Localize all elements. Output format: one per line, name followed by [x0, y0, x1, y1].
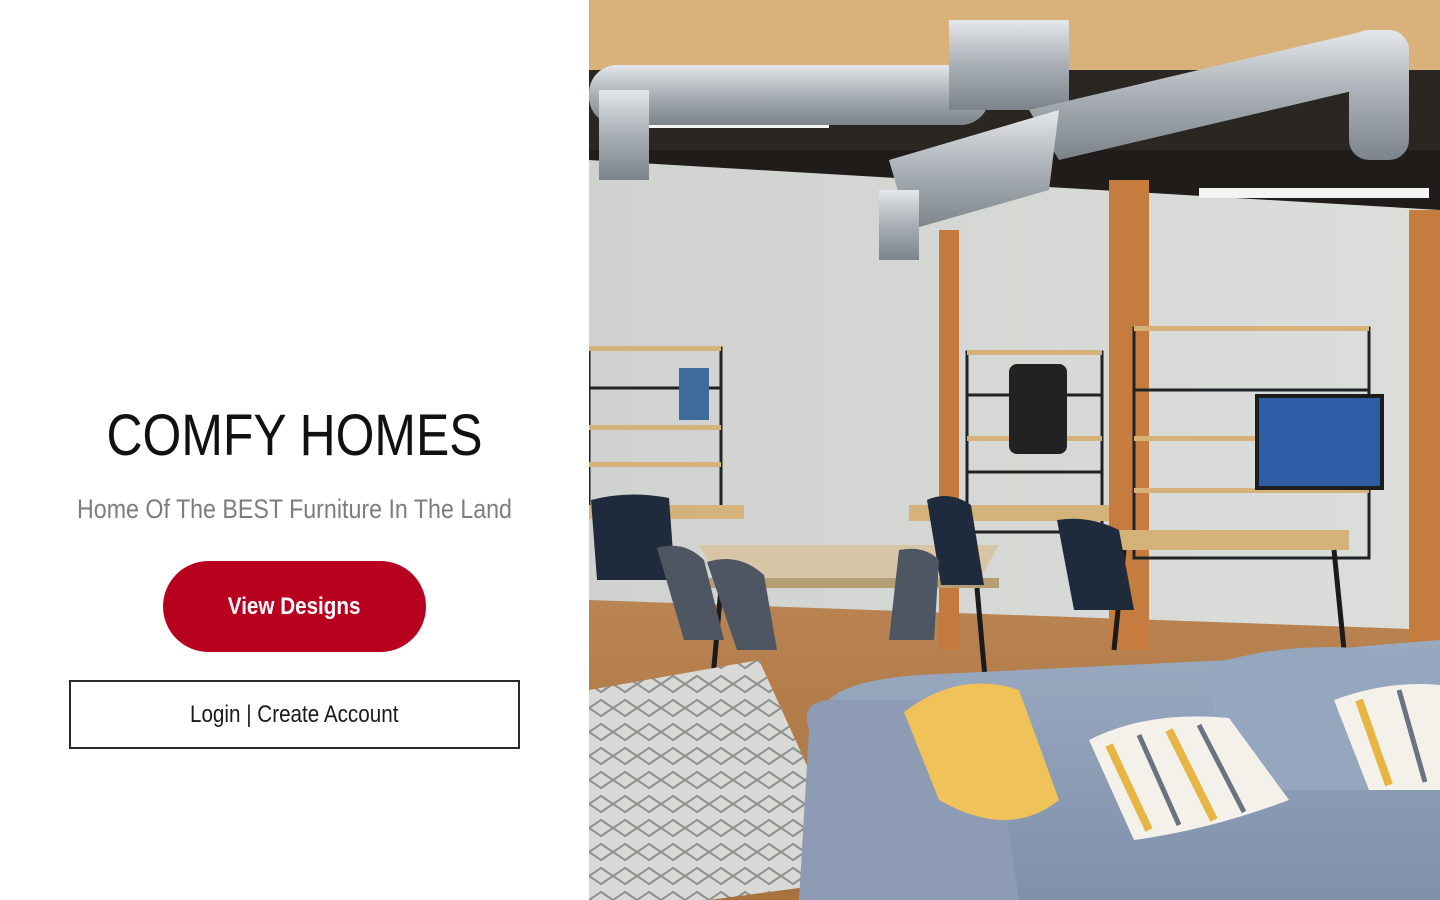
login-create-account-button[interactable]: Login | Create Account [69, 680, 520, 749]
view-designs-label: View Designs [228, 592, 361, 620]
login-create-account-label: Login | Create Account [190, 700, 399, 728]
brand-tagline: Home Of The BEST Furniture In The Land [77, 494, 512, 524]
brand-title: COMFY HOMES [106, 403, 483, 468]
landing-left-panel: COMFY HOMES Home Of The BEST Furniture I… [0, 0, 589, 900]
view-designs-button[interactable]: View Designs [163, 561, 426, 652]
tv-monitor [1255, 394, 1384, 490]
hero-image [589, 0, 1440, 900]
